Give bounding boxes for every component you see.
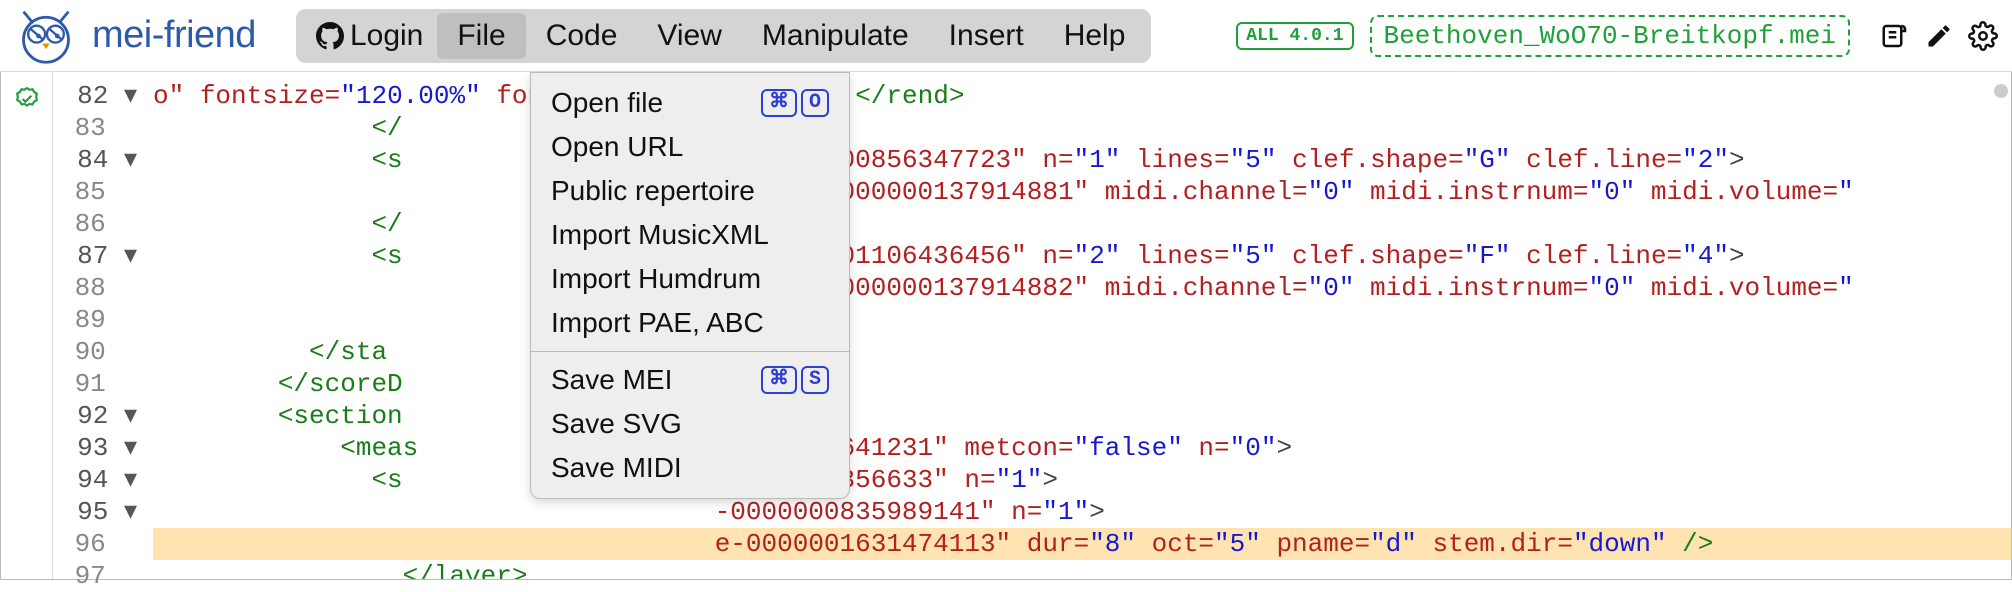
gutter-line[interactable]: 95 ▾ [53,496,145,528]
menu-code[interactable]: Code [526,13,638,59]
menu-manipulate[interactable]: Manipulate [742,13,929,59]
code-line[interactable]: </scoreD [153,368,2011,400]
code-area[interactable]: o" fontsize="120.00%" fontweight="bold">… [145,72,2011,579]
gutter-line[interactable]: 94 ▾ [53,464,145,496]
gutter-line[interactable]: 89 [53,304,145,336]
menu-item-label: Open URL [551,131,683,163]
file-menu-open-file[interactable]: Open file ⌘O [531,81,849,125]
file-menu-import-pae-abc[interactable]: Import PAE, ABC [531,301,849,345]
shortcut: ⌘S [761,366,829,394]
code-line[interactable]: -0000000835989141" n="1"> [153,496,2011,528]
menu-help[interactable]: Help [1044,13,1146,59]
gutter-line[interactable]: 87 ▾ [53,240,145,272]
gutter-line[interactable]: 96 [53,528,145,560]
file-menu-save-mei[interactable]: Save MEI ⌘S [531,358,849,402]
menu-item-label: Open file [551,87,663,119]
editor: 82 ▾83 84 ▾85 86 87 ▾88 89 90 91 92 ▾93 … [0,72,2012,580]
code-line[interactable]: strdef-0000000137914881" midi.channel="0… [153,176,2011,208]
logo-block: mei-friend [14,4,256,68]
code-line[interactable] [153,304,2011,336]
kbd-key: O [801,89,829,117]
code-line[interactable]: </layer> [153,560,2011,579]
kbd-key: S [801,366,829,394]
code-line[interactable]: </ [153,112,2011,144]
right-icons [1880,21,1998,51]
gutter-line[interactable]: 88 [53,272,145,304]
menu-item-label: Import MusicXML [551,219,769,251]
login-button[interactable]: Login [302,13,437,59]
gutter-line[interactable]: 90 [53,336,145,368]
github-icon [316,22,344,50]
code-line[interactable]: <meas 0000000934641231" metcon="false" n… [153,432,2011,464]
menu-item-label: Save MEI [551,364,672,396]
gutter-line[interactable]: 86 [53,208,145,240]
code-line[interactable]: <s 0000001866356633" n="1"> [153,464,2011,496]
file-menu-import-musicxml[interactable]: Import MusicXML [531,213,849,257]
line-gutter[interactable]: 82 ▾83 84 ▾85 86 87 ▾88 89 90 91 92 ▾93 … [53,72,145,579]
menu-item-label: Import Humdrum [551,263,761,295]
gear-icon[interactable] [1968,21,1998,51]
file-menu-open-url[interactable]: Open URL [531,125,849,169]
gutter-line[interactable]: 92 ▾ [53,400,145,432]
gutter-line[interactable]: 93 ▾ [53,432,145,464]
file-menu-save-midi[interactable]: Save MIDI [531,446,849,490]
validation-column [1,72,53,579]
menu-separator [531,351,849,352]
pencil-icon[interactable] [1924,21,1954,51]
owl-logo-icon [14,4,78,68]
gutter-line[interactable]: 97 [53,560,145,592]
gutter-line[interactable]: 85 [53,176,145,208]
file-menu-dropdown: Open file⌘OOpen URLPublic repertoireImpo… [530,72,850,499]
gutter-line[interactable]: 83 [53,112,145,144]
menu-item-label: Public repertoire [551,175,755,207]
shortcut: ⌘O [761,89,829,117]
menu-item-label: Save MIDI [551,452,682,484]
code-line[interactable]: <section [153,400,2011,432]
app-title: mei-friend [92,14,256,57]
menu-item-label: Save SVG [551,408,682,440]
file-menu-public-repertoire[interactable]: Public repertoire [531,169,849,213]
code-line[interactable]: <s def-0000001106436456" n="2" lines="5"… [153,240,2011,272]
code-line[interactable]: </sta [153,336,2011,368]
menu-view[interactable]: View [637,13,741,59]
gutter-line[interactable]: 82 ▾ [53,80,145,112]
filename-badge[interactable]: Beethoven_WoO70-Breitkopf.mei [1370,15,1850,57]
menu-file[interactable]: File [437,13,525,59]
gutter-line[interactable]: 91 [53,368,145,400]
menu-bar: Login FileCodeViewManipulateInsertHelp [296,9,1151,63]
code-line[interactable]: strdef-0000000137914882" midi.channel="0… [153,272,2011,304]
menu-item-label: Import PAE, ABC [551,307,764,339]
kbd-key: ⌘ [761,89,797,117]
code-line[interactable]: e-0000001631474113" dur="8" oct="5" pnam… [153,528,2011,560]
code-line[interactable]: </ [153,208,2011,240]
topbar: mei-friend Login FileCodeViewManipulateI… [0,0,2012,72]
scrollbar-thumb[interactable] [1994,84,2008,98]
code-line[interactable]: <s def-0000000856347723" n="1" lines="5"… [153,144,2011,176]
file-menu-save-svg[interactable]: Save SVG [531,402,849,446]
kbd-key: ⌘ [761,366,797,394]
code-line[interactable]: o" fontsize="120.00%" fontweight="bold">… [153,80,2011,112]
file-menu-import-humdrum[interactable]: Import Humdrum [531,257,849,301]
version-badge[interactable]: ALL 4.0.1 [1236,22,1353,50]
menu-insert[interactable]: Insert [929,13,1044,59]
gutter-line[interactable]: 84 ▾ [53,144,145,176]
log-icon[interactable] [1880,21,1910,51]
login-label: Login [350,19,423,53]
check-badge-icon[interactable] [14,86,40,112]
